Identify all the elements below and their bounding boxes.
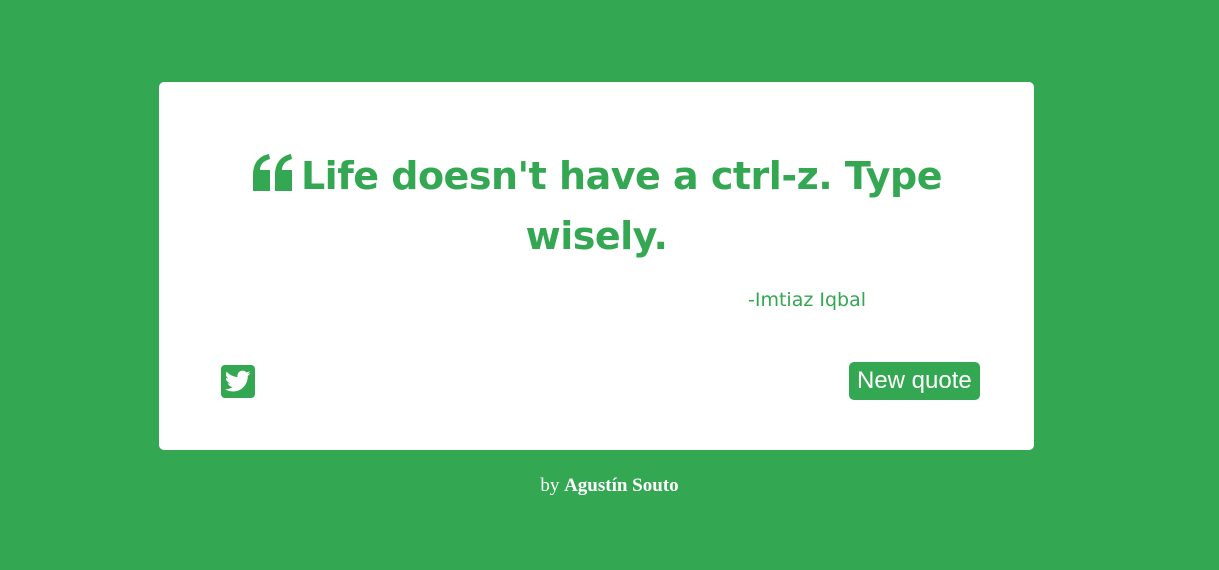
- footer-prefix: by: [540, 475, 560, 496]
- quote-card: Life doesn't have a ctrl-z. Type wisely.…: [159, 82, 1034, 450]
- footer-credit: by Agustín Souto: [0, 474, 1219, 498]
- quote-box: Life doesn't have a ctrl-z. Type wisely.: [249, 146, 944, 266]
- tweet-button[interactable]: [221, 365, 255, 398]
- quote-author: -Imtiaz Iqbal: [748, 289, 866, 311]
- quote-text: Life doesn't have a ctrl-z. Type wisely.: [300, 154, 943, 258]
- twitter-icon: [225, 370, 251, 392]
- new-quote-button[interactable]: New quote: [849, 362, 980, 400]
- quote-left-icon: [251, 150, 295, 191]
- footer-author-name: Agustín Souto: [564, 475, 679, 496]
